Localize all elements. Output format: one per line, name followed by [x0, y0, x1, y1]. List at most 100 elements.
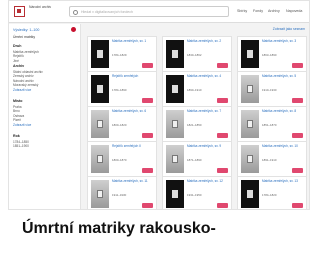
register-thumbnail[interactable]: [166, 110, 184, 138]
view-toggle-link[interactable]: Zobrazit jako seznam: [273, 27, 305, 31]
result-card[interactable]: Matrika zemřelých, sv. 11 1911–1930: [87, 176, 157, 209]
register-thumbnail[interactable]: [166, 75, 184, 103]
card-title[interactable]: Matrika zemřelých, sv. 9: [187, 144, 229, 149]
card-meta: 1931–1950: [187, 193, 202, 197]
book-icon: [247, 120, 253, 128]
show-more-link[interactable]: Zobrazit více: [13, 123, 77, 128]
result-card[interactable]: Matrika zemřelých, sv. 1 1784–1829: [87, 36, 157, 72]
register-thumbnail[interactable]: [166, 145, 184, 173]
search-input[interactable]: Hledat v digitalizovaných fondech: [69, 6, 229, 17]
card-title[interactable]: Matrika zemřelých, sv. 3: [262, 39, 304, 44]
register-thumbnail[interactable]: [241, 110, 259, 138]
result-card[interactable]: Rejstřík zemřelých 1784–1890: [87, 71, 157, 107]
book-icon: [247, 85, 253, 93]
archive-logo-icon[interactable]: [14, 6, 25, 17]
result-card[interactable]: Matrika zemřelých, sv. 12 1931–1950: [162, 176, 232, 209]
result-card[interactable]: Matrika zemřelých, sv. 7 1821–1850: [162, 106, 232, 142]
result-card[interactable]: Matrika zemřelých, sv. 6 1800–1820: [87, 106, 157, 142]
register-thumbnail[interactable]: [166, 40, 184, 68]
result-card[interactable]: Matrika zemřelých, sv. 4 1890–1910: [162, 71, 232, 107]
book-icon: [247, 190, 253, 198]
register-thumbnail[interactable]: [91, 75, 109, 103]
filter-option-label: Jiné: [13, 58, 19, 63]
nav-item[interactable]: Napoveda: [286, 9, 302, 13]
result-card[interactable]: Matrika zemřelých, sv. 2 1830–1862: [162, 36, 232, 72]
result-card[interactable]: Matrika zemřelých, sv. 3 1863–1890: [237, 36, 307, 72]
filter-option-label: Moravský zemský: [13, 83, 39, 88]
register-thumbnail[interactable]: [241, 75, 259, 103]
card-meta: 1910–1930: [262, 88, 277, 92]
book-icon: [247, 50, 253, 58]
result-card[interactable]: Matrika zemřelých, sv. 9 1871–1890: [162, 141, 232, 177]
book-icon: [172, 50, 178, 58]
filter-section: Archiv Státní oblastní archiv Zemský archi…: [13, 64, 77, 92]
book-icon: [172, 155, 178, 163]
card-meta: 1784–1890: [112, 88, 127, 92]
register-thumbnail[interactable]: [166, 180, 184, 208]
card-meta: 1800–1870: [112, 158, 127, 162]
book-icon: [97, 155, 103, 163]
status-badge: [292, 168, 303, 173]
card-title[interactable]: Matrika zemřelých, sv. 12: [187, 179, 229, 184]
card-title[interactable]: Matrika zemřelých, sv. 7: [187, 109, 229, 114]
nav-item[interactable]: Sbírky: [237, 9, 247, 13]
result-card[interactable]: Matrika zemřelých, sv. 8 1851–1870: [237, 106, 307, 142]
card-title[interactable]: Rejstřík zemřelých II: [112, 144, 154, 149]
card-meta: 1821–1850: [187, 123, 202, 127]
result-card[interactable]: Matrika zemřelých, sv. 10 1891–1910: [237, 141, 307, 177]
card-meta: 1784–1820: [262, 193, 277, 197]
register-thumbnail[interactable]: [91, 180, 109, 208]
result-card[interactable]: Matrika zemřelých, sv. 5 1910–1930: [237, 71, 307, 107]
card-meta: 1851–1870: [262, 123, 277, 127]
filter-option[interactable]: Jiné: [13, 59, 77, 64]
card-title[interactable]: Matrika zemřelých, sv. 13: [262, 179, 304, 184]
top-bar: Národní archiv Hledat v digitalizovaných…: [9, 1, 309, 23]
filter-section: Rok 1784–1850 1851–1900: [13, 134, 77, 149]
status-badge: [292, 203, 303, 208]
card-title[interactable]: Matrika zemřelých, sv. 2: [187, 39, 229, 44]
brand-name[interactable]: Národní archiv: [29, 5, 61, 9]
book-icon: [172, 85, 178, 93]
nav-item[interactable]: Archivy: [268, 9, 280, 13]
card-title[interactable]: Matrika zemřelých, sv. 8: [262, 109, 304, 114]
card-title[interactable]: Matrika zemřelých, sv. 1: [112, 39, 154, 44]
card-title[interactable]: Matrika zemřelých, sv. 4: [187, 74, 229, 79]
search-icon: [73, 9, 78, 15]
status-badge: [142, 98, 153, 103]
filter-section: Druh Matrika zemřelých Rejstřík Jiné: [13, 44, 77, 63]
filter-section-title: Archiv: [13, 64, 25, 68]
register-thumbnail[interactable]: [241, 180, 259, 208]
nav-item[interactable]: Fondy: [253, 9, 263, 13]
result-card[interactable]: Rejstřík zemřelých II 1800–1870: [87, 141, 157, 177]
status-badge: [217, 133, 228, 138]
status-badge: [217, 168, 228, 173]
card-title[interactable]: Rejstřík zemřelých: [112, 74, 154, 79]
card-meta: 1830–1862: [187, 53, 202, 57]
book-icon: [97, 120, 103, 128]
card-meta: 1891–1910: [262, 158, 277, 162]
show-more-link[interactable]: Zobrazit více: [13, 88, 77, 93]
filter-option[interactable]: 1851–1900: [13, 144, 77, 149]
register-thumbnail[interactable]: [241, 40, 259, 68]
results-grid: Zobrazit jako seznam Matrika zemřelých, …: [83, 24, 309, 209]
filter-option-label: Plzeň: [13, 118, 21, 123]
status-badge: [217, 98, 228, 103]
card-title[interactable]: Matrika zemřelých, sv. 10: [262, 144, 304, 149]
card-title[interactable]: Matrika zemřelých, sv. 5: [262, 74, 304, 79]
filter-section-title: Místo: [13, 99, 23, 103]
card-title[interactable]: Matrika zemřelých, sv. 11: [112, 179, 154, 184]
book-icon: [172, 120, 178, 128]
card-meta: 1863–1890: [262, 53, 277, 57]
register-thumbnail[interactable]: [91, 110, 109, 138]
result-card[interactable]: Matrika zemřelých, sv. 13 1784–1820: [237, 176, 307, 209]
register-thumbnail[interactable]: [91, 40, 109, 68]
active-filter[interactable]: Úmrtní matriky: [13, 35, 35, 39]
card-title[interactable]: Matrika zemřelých, sv. 6: [112, 109, 154, 114]
register-thumbnail[interactable]: [241, 145, 259, 173]
clear-filter-icon[interactable]: [71, 27, 76, 32]
results-count: Výsledky: 1–100: [13, 28, 40, 32]
register-thumbnail[interactable]: [91, 145, 109, 173]
filter-section-title: Druh: [13, 44, 22, 48]
filter-section: Místo Praha Brno Ostrava Plzeň Zobrazit více: [13, 99, 77, 127]
card-meta: 1911–1930: [112, 193, 127, 197]
